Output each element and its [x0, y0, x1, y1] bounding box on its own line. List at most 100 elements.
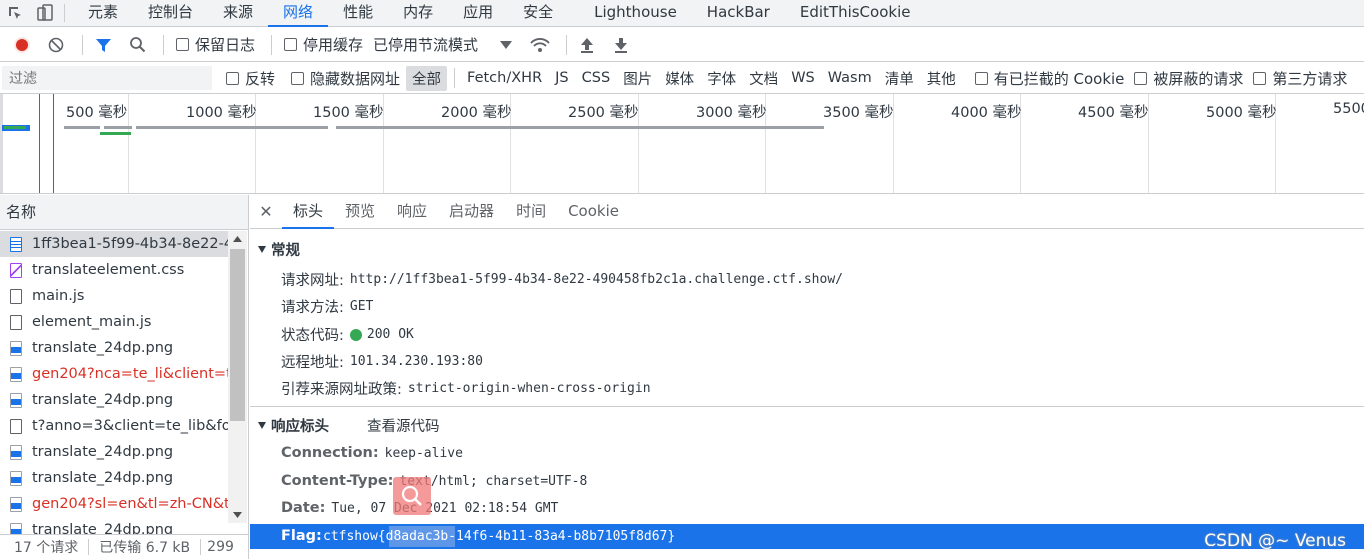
- checkbox-box[interactable]: [291, 71, 305, 85]
- magnifier-icon: [401, 485, 422, 506]
- filter-type-css[interactable]: CSS: [576, 68, 617, 88]
- timeline-label: 3000 毫秒: [696, 105, 767, 121]
- filter-input[interactable]: [2, 66, 212, 90]
- throttling-select[interactable]: 已停用节流模式: [373, 34, 478, 55]
- filter-bar: 反转 隐藏数据网址 全部 Fetch/XHR JS CSS 图片 媒体 字体 文…: [0, 63, 1364, 94]
- filter-type-media[interactable]: 媒体: [659, 66, 700, 91]
- request-method-value: GET: [349, 299, 374, 314]
- tab-timing[interactable]: 时间: [505, 195, 557, 229]
- timeline-label: 1000 毫秒: [186, 105, 257, 121]
- filter-type-other[interactable]: 其他: [921, 66, 962, 91]
- request-name: 1ff3bea1-5f99-4b34-8e22-490: [32, 236, 228, 252]
- scrollbar-thumb[interactable]: [230, 249, 245, 421]
- request-row[interactable]: translate_24dp.png: [0, 465, 228, 491]
- disable-cache-checkbox[interactable]: 停用缓存: [284, 34, 363, 55]
- toolbar-separator: [271, 34, 273, 55]
- request-row[interactable]: gen204?nca=te_li&client=te_li: [0, 361, 228, 387]
- filter-type-font[interactable]: 字体: [701, 66, 742, 91]
- download-har-icon[interactable]: [607, 31, 635, 59]
- scroll-up-icon[interactable]: [233, 236, 242, 242]
- filter-type-wasm[interactable]: Wasm: [822, 68, 878, 88]
- detail-tabs: ✕ 标头 预览 响应 启动器 时间 Cookie: [250, 195, 1364, 229]
- upload-har-icon[interactable]: [573, 31, 601, 59]
- view-source-link[interactable]: 查看源代码: [367, 415, 440, 436]
- response-headers-section-header[interactable]: 响应标头 查看源代码: [258, 415, 440, 436]
- timeline-window-handle[interactable]: [0, 94, 3, 193]
- third-party-checkbox[interactable]: 第三方请求: [1253, 68, 1347, 89]
- request-list-scrollbar[interactable]: [228, 231, 247, 523]
- js-file-icon: [10, 288, 22, 304]
- filter-type-doc[interactable]: 文档: [743, 66, 784, 91]
- blocked-cookies-checkbox[interactable]: 有已拦截的 Cookie: [974, 68, 1124, 89]
- tab-application[interactable]: 应用: [448, 0, 508, 27]
- flag-key: Flag:: [281, 528, 322, 544]
- checkbox-box[interactable]: [974, 71, 988, 85]
- tab-console[interactable]: 控制台: [133, 0, 208, 27]
- device-toolbar-icon[interactable]: [30, 0, 60, 27]
- request-row[interactable]: element_main.js: [0, 309, 228, 335]
- general-title: 常规: [271, 243, 300, 259]
- filter-type-js[interactable]: JS: [549, 68, 574, 88]
- checkbox-box[interactable]: [1134, 71, 1148, 85]
- tab-sources[interactable]: 来源: [208, 0, 268, 27]
- request-name: gen204?sl=en&tl=zh-CN&tex: [32, 496, 228, 512]
- tab-initiator[interactable]: 启动器: [438, 195, 505, 229]
- request-row[interactable]: main.js: [0, 283, 228, 309]
- scroll-down-icon[interactable]: [233, 512, 242, 518]
- request-row[interactable]: translate_24dp.png: [0, 387, 228, 413]
- blocked-requests-checkbox[interactable]: 被屏蔽的请求: [1134, 68, 1243, 89]
- tab-network[interactable]: 网络: [268, 0, 329, 27]
- tab-elements[interactable]: 元素: [73, 0, 133, 27]
- close-icon[interactable]: ✕: [250, 202, 282, 221]
- request-row[interactable]: t?anno=3&client=te_lib&for...: [0, 413, 228, 439]
- request-row[interactable]: 1ff3bea1-5f99-4b34-8e22-490: [0, 231, 228, 257]
- inspect-element-icon[interactable]: [0, 0, 30, 27]
- toolbar-separator: [566, 34, 568, 55]
- invert-checkbox[interactable]: 反转: [226, 68, 275, 89]
- invert-label: 反转: [245, 69, 276, 88]
- clear-icon[interactable]: [42, 31, 70, 59]
- throttling-label: 已停用节流模式: [373, 36, 479, 54]
- name-column-header[interactable]: 名称: [0, 195, 248, 230]
- tab-response[interactable]: 响应: [386, 195, 438, 229]
- blocked-requests-label: 被屏蔽的请求: [1153, 69, 1244, 88]
- hide-data-urls-checkbox[interactable]: 隐藏数据网址: [291, 68, 400, 89]
- timeline-overview[interactable]: 500 毫秒 1000 毫秒 1500 毫秒 2000 毫秒 2500 毫秒 3…: [0, 94, 1364, 194]
- search-icon[interactable]: [123, 31, 151, 59]
- general-section-header[interactable]: 常规: [258, 239, 300, 260]
- tab-cookies[interactable]: Cookie: [557, 195, 630, 229]
- tab-lighthouse[interactable]: Lighthouse: [568, 0, 692, 27]
- tab-performance[interactable]: 性能: [328, 0, 388, 27]
- translate-magnifier-overlay[interactable]: [393, 477, 431, 515]
- request-list-panel: 名称 1ff3bea1-5f99-4b34-8e22-490 translatee…: [0, 195, 249, 559]
- filter-type-fetch-xhr[interactable]: Fetch/XHR: [461, 68, 548, 88]
- tab-hackbar[interactable]: HackBar: [692, 0, 785, 27]
- filter-type-all[interactable]: 全部: [406, 65, 448, 91]
- request-row[interactable]: translate_24dp.png: [0, 335, 228, 361]
- filter-icon[interactable]: [89, 31, 117, 59]
- record-icon[interactable]: [8, 31, 36, 59]
- tab-memory[interactable]: 内存: [388, 0, 448, 27]
- tab-editthiscookie[interactable]: EditThisCookie: [785, 0, 926, 27]
- checkbox-box[interactable]: [176, 38, 189, 51]
- status-code-value: 200 OK: [366, 327, 414, 342]
- preserve-log-checkbox[interactable]: 保留日志: [176, 34, 255, 55]
- chevron-down-icon[interactable]: [492, 31, 520, 59]
- toolbar-separator: [82, 34, 83, 55]
- checkbox-box[interactable]: [1253, 71, 1267, 85]
- flag-value[interactable]: ctfshow{d8adac3b-14f6-4b11-83a4-b8b7105f…: [323, 524, 675, 549]
- tab-security[interactable]: 安全: [508, 0, 568, 27]
- filter-type-ws[interactable]: WS: [785, 68, 821, 88]
- checkbox-box[interactable]: [226, 71, 239, 85]
- filter-type-img[interactable]: 图片: [617, 66, 658, 91]
- network-conditions-icon[interactable]: [526, 31, 554, 59]
- filter-type-manifest[interactable]: 清单: [879, 66, 920, 91]
- request-row[interactable]: translate_24dp.png: [0, 439, 228, 465]
- tab-headers[interactable]: 标头: [282, 195, 335, 229]
- checkbox-box[interactable]: [284, 38, 298, 51]
- flag-header-row[interactable]: Flag: ctfshow{d8adac3b-14f6-4b11-83a4-b8…: [250, 524, 1364, 549]
- request-row[interactable]: gen204?sl=en&tl=zh-CN&tex: [0, 491, 228, 517]
- request-row[interactable]: translateelement.css: [0, 257, 228, 283]
- tab-preview[interactable]: 预览: [334, 195, 386, 229]
- header-key: Content-Type:: [281, 473, 394, 489]
